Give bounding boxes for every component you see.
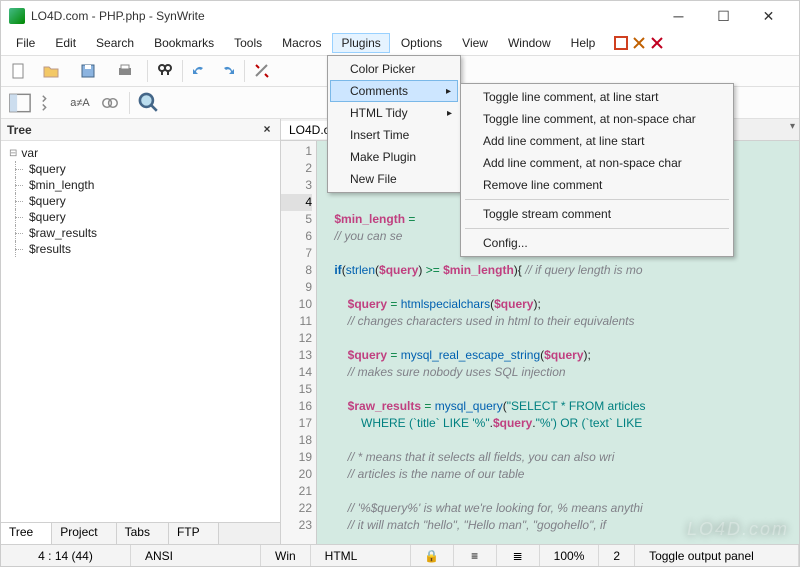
- tree-item[interactable]: $raw_results: [1, 225, 280, 241]
- tree-item[interactable]: $min_length: [1, 177, 280, 193]
- status-bar: 4 : 14 (44) ANSI Win HTML 🔒 ≡ ≣ 100% 2 T…: [1, 544, 799, 566]
- tree-panel: Tree × var$query$min_length$query$query$…: [1, 119, 281, 544]
- status-position: 4 : 14 (44): [1, 545, 131, 566]
- menu-window[interactable]: Window: [499, 33, 560, 53]
- tree-body[interactable]: var$query$min_length$query$query$raw_res…: [1, 141, 280, 522]
- status-readonly-icon[interactable]: 🔒: [411, 545, 454, 566]
- text-case-button[interactable]: a≠A: [67, 90, 93, 116]
- tree-panel-title: Tree: [7, 123, 260, 137]
- menu-file[interactable]: File: [7, 33, 44, 53]
- comments-menu-item[interactable]: Toggle line comment, at non-space char: [463, 108, 731, 130]
- panel-tab-project[interactable]: Project: [52, 523, 116, 544]
- maximize-button[interactable]: ☐: [701, 2, 746, 30]
- menu-bookmarks[interactable]: Bookmarks: [145, 33, 223, 53]
- window-icon[interactable]: [614, 36, 628, 50]
- comments-submenu-popup: Toggle line comment, at line startToggle…: [460, 83, 734, 257]
- tree-root[interactable]: var: [1, 145, 280, 161]
- status-hint: Toggle output panel: [635, 545, 799, 566]
- tree-item[interactable]: $results: [1, 241, 280, 257]
- close-button[interactable]: ✕: [746, 2, 791, 30]
- window-title: LO4D.com - PHP.php - SynWrite: [31, 9, 656, 23]
- status-wrap-icon[interactable]: ≡: [454, 545, 497, 566]
- panel-tab-tree[interactable]: Tree: [1, 523, 52, 544]
- plugins-menu-color-picker[interactable]: Color Picker: [330, 58, 458, 80]
- menu-macros[interactable]: Macros: [273, 33, 330, 53]
- plugins-menu-new-file[interactable]: New File: [330, 168, 458, 190]
- tree-item[interactable]: $query: [1, 193, 280, 209]
- title-bar: LO4D.com - PHP.php - SynWrite ─ ☐ ✕: [1, 1, 799, 31]
- tabs-dropdown-icon[interactable]: ▾: [790, 121, 795, 132]
- toggle-panel-button[interactable]: [7, 90, 33, 116]
- plugins-menu-html-tidy[interactable]: HTML Tidy▸: [330, 102, 458, 124]
- comments-menu-item[interactable]: Remove line comment: [463, 174, 731, 196]
- status-extra: 2: [599, 545, 635, 566]
- app-icon: [9, 8, 25, 24]
- plugins-menu-insert-time[interactable]: Insert Time: [330, 124, 458, 146]
- menu-options[interactable]: Options: [392, 33, 451, 53]
- comments-menu-item[interactable]: Toggle line comment, at line start: [463, 86, 731, 108]
- status-lexer[interactable]: HTML: [311, 545, 411, 566]
- close-tab-icon[interactable]: [632, 36, 646, 50]
- comments-menu-item[interactable]: Add line comment, at line start: [463, 130, 731, 152]
- menu-edit[interactable]: Edit: [46, 33, 85, 53]
- tree-item[interactable]: $query: [1, 161, 280, 177]
- undo-button[interactable]: [188, 59, 212, 83]
- save-button[interactable]: [71, 59, 105, 83]
- comments-menu-item[interactable]: Config...: [463, 232, 731, 254]
- find-button[interactable]: [153, 59, 177, 83]
- settings-button[interactable]: [250, 59, 274, 83]
- code-block-button[interactable]: [37, 90, 63, 116]
- zoom-button[interactable]: [136, 90, 162, 116]
- print-button[interactable]: [108, 59, 142, 83]
- menu-tools[interactable]: Tools: [225, 33, 271, 53]
- comments-menu-item[interactable]: Toggle stream comment: [463, 203, 731, 225]
- close-all-icon[interactable]: [650, 36, 664, 50]
- gutter: 1234567891011121314151617181920212223: [281, 141, 317, 544]
- comments-menu-item[interactable]: Add line comment, at non-space char: [463, 152, 731, 174]
- plugins-menu-popup: Color PickerComments▸HTML Tidy▸Insert Ti…: [327, 55, 461, 193]
- status-encoding[interactable]: ANSI: [131, 545, 261, 566]
- redo-button[interactable]: [215, 59, 239, 83]
- menu-bar: FileEditSearchBookmarksToolsMacrosPlugin…: [1, 31, 799, 55]
- menu-plugins[interactable]: Plugins: [332, 33, 389, 53]
- menu-search[interactable]: Search: [87, 33, 143, 53]
- status-selmode-icon[interactable]: ≣: [497, 545, 540, 566]
- brackets-button[interactable]: [97, 90, 123, 116]
- plugins-menu-make-plugin[interactable]: Make Plugin: [330, 146, 458, 168]
- open-file-button[interactable]: [34, 59, 68, 83]
- plugins-menu-comments[interactable]: Comments▸: [330, 80, 458, 102]
- panel-tab-ftp[interactable]: FTP: [169, 523, 219, 544]
- menu-view[interactable]: View: [453, 33, 497, 53]
- tree-panel-close-icon[interactable]: ×: [260, 123, 274, 137]
- panel-tabs: TreeProjectTabsFTP: [1, 522, 280, 544]
- status-zoom[interactable]: 100%: [540, 545, 600, 566]
- minimize-button[interactable]: ─: [656, 2, 701, 30]
- panel-tab-tabs[interactable]: Tabs: [117, 523, 169, 544]
- new-file-button[interactable]: [7, 59, 31, 83]
- status-line-endings[interactable]: Win: [261, 545, 311, 566]
- tree-item[interactable]: $query: [1, 209, 280, 225]
- menu-help[interactable]: Help: [562, 33, 605, 53]
